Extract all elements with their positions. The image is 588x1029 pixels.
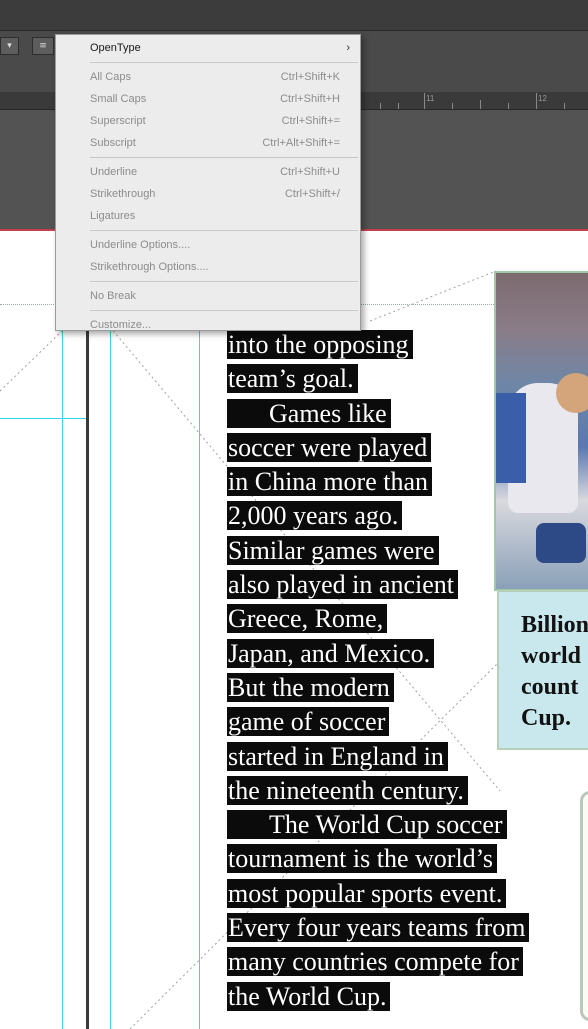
selected-text: But the modern: [227, 672, 394, 702]
caption-line: Billion: [521, 612, 588, 638]
selected-text: the World Cup.: [227, 981, 391, 1011]
menu-item-label: Customize...: [90, 319, 152, 331]
column-guide: [199, 231, 200, 1029]
ruler-minor-tick: [564, 103, 565, 109]
menu-separator: [90, 62, 358, 63]
menu-item-shortcut: Ctrl+Shift+U: [280, 166, 340, 178]
selected-text: many countries compete for: [227, 947, 523, 977]
caption-line: count: [521, 674, 579, 700]
list-menu-icon: ≡: [39, 41, 47, 51]
ruler-major-tick: [536, 93, 537, 109]
document-page[interactable]: into the opposing team’s goal. Games like s…: [0, 231, 588, 1029]
selected-text: the nineteenth century.: [227, 775, 468, 805]
menu-item-strikethrough-options[interactable]: Strikethrough Options....: [56, 256, 360, 278]
menu-item-label: Small Caps: [90, 93, 147, 105]
type-context-menu: OpenType › All Caps Ctrl+Shift+K Small Caps C…: [55, 34, 361, 331]
menu-separator: [90, 281, 358, 282]
menu-separator: [90, 310, 358, 311]
story-line[interactable]: most popular sports event.: [227, 877, 567, 911]
ruler-label: 12: [538, 94, 547, 103]
menu-item-label: Subscript: [90, 137, 136, 149]
menu-separator: [90, 230, 358, 231]
menu-item-strikethrough[interactable]: Strikethrough Ctrl+Shift+/: [56, 183, 360, 205]
selected-text: Games like: [227, 398, 391, 428]
rounded-sidebar-frame[interactable]: [580, 791, 588, 1021]
story-line[interactable]: tournament is the world’s: [227, 842, 567, 876]
selected-text: The World Cup soccer: [227, 810, 507, 840]
selected-text: team’s goal.: [227, 364, 358, 394]
menu-separator: [90, 157, 358, 158]
caption-line: Cup.: [521, 705, 572, 731]
menu-item-label: All Caps: [90, 71, 131, 83]
story-line[interactable]: the nineteenth century.: [227, 774, 567, 808]
column-guide: [110, 231, 111, 1029]
menu-item-all-caps[interactable]: All Caps Ctrl+Shift+K: [56, 66, 360, 88]
menu-item-small-caps[interactable]: Small Caps Ctrl+Shift+H: [56, 88, 360, 110]
soccer-photo[interactable]: [494, 271, 588, 591]
ruler-minor-tick: [398, 103, 399, 109]
selected-text: Greece, Rome,: [227, 604, 388, 634]
chevron-right-icon: ›: [346, 42, 350, 54]
menu-item-shortcut: Ctrl+Shift+H: [280, 93, 340, 105]
menu-item-customize[interactable]: Customize...: [56, 314, 360, 336]
ruler-label: 11: [426, 94, 435, 103]
selected-text: most popular sports event.: [227, 878, 507, 908]
menu-item-label: No Break: [90, 290, 136, 302]
row-guide: [0, 418, 86, 419]
menu-item-label: Ligatures: [90, 210, 136, 222]
column-guide: [62, 231, 63, 1029]
player-figure: [496, 393, 526, 483]
selected-text: tournament is the world’s: [227, 844, 498, 874]
selected-text: 2,000 years ago.: [227, 501, 403, 531]
ruler-minor-tick: [452, 103, 453, 109]
selected-text: started in England in: [227, 741, 448, 771]
selected-text: Japan, and Mexico.: [227, 638, 435, 668]
ruler-minor-tick: [480, 100, 481, 109]
selected-text: soccer were played: [227, 432, 432, 462]
selected-text: also played in ancient: [227, 570, 458, 600]
selected-text: in China more than: [227, 467, 433, 497]
menu-item-underline-options[interactable]: Underline Options....: [56, 234, 360, 256]
menu-item-label: Strikethrough: [90, 188, 156, 200]
menu-item-ligatures[interactable]: Ligatures: [56, 205, 360, 227]
panel-menu-button[interactable]: ≡: [32, 37, 54, 55]
menu-item-subscript[interactable]: Subscript Ctrl+Alt+Shift+=: [56, 132, 360, 154]
menu-item-shortcut: Ctrl+Shift+=: [281, 115, 340, 127]
story-line[interactable]: The World Cup soccer: [227, 808, 567, 842]
menu-item-shortcut: Ctrl+Shift+/: [284, 188, 340, 200]
column-rule: [86, 301, 89, 1029]
menu-item-label: Underline Options....: [90, 239, 191, 251]
ruler-major-tick: [424, 93, 425, 109]
menu-item-underline[interactable]: Underline Ctrl+Shift+U: [56, 161, 360, 183]
menu-item-superscript[interactable]: Superscript Ctrl+Shift+=: [56, 110, 360, 132]
selected-text: game of soccer: [227, 707, 390, 737]
player-figure: [536, 523, 586, 563]
menu-item-opentype[interactable]: OpenType ›: [56, 37, 360, 59]
menu-item-label: Strikethrough Options....: [90, 261, 209, 273]
menu-item-label: OpenType: [90, 42, 141, 54]
story-line[interactable]: many countries compete for: [227, 945, 567, 979]
control-dropdown[interactable]: ▾: [0, 37, 19, 55]
caption-frame[interactable]: Billion world count Cup.: [497, 590, 588, 750]
menu-item-label: Superscript: [90, 115, 146, 127]
selected-text: Every four years teams from: [227, 913, 530, 943]
ruler-minor-tick: [508, 103, 509, 109]
story-line[interactable]: Every four years teams from: [227, 911, 567, 945]
menu-item-shortcut: Ctrl+Alt+Shift+=: [262, 137, 340, 149]
caption-line: world: [521, 643, 581, 669]
application-bar: [0, 0, 588, 30]
story-line[interactable]: the World Cup.: [227, 980, 567, 1014]
ruler-minor-tick: [380, 103, 381, 109]
player-head: [556, 373, 588, 413]
menu-item-no-break[interactable]: No Break: [56, 285, 360, 307]
selected-text: Similar games were: [227, 535, 439, 565]
menu-item-label: Underline: [90, 166, 138, 178]
menu-item-shortcut: Ctrl+Shift+K: [280, 71, 340, 83]
